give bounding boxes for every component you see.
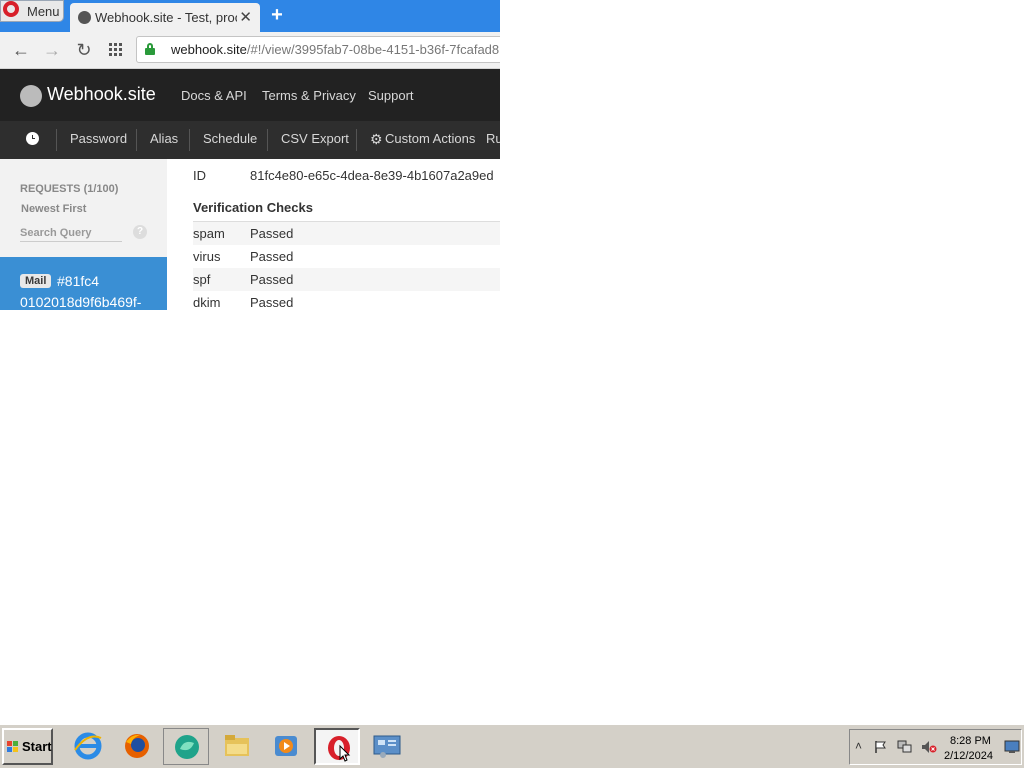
taskbar-explorer-button[interactable]	[214, 728, 260, 765]
divider	[56, 129, 57, 151]
system-tray: ˄ 8:28 PM 2/12/2024	[849, 729, 1022, 765]
table-row: spf Passed	[193, 268, 500, 291]
check-result: Passed	[250, 226, 294, 241]
taskbar-edge-button[interactable]	[163, 728, 209, 765]
new-tab-button[interactable]: +	[268, 4, 286, 26]
taskbar-control-panel-button[interactable]	[364, 728, 410, 765]
action-center-flag-icon[interactable]	[874, 740, 888, 754]
taskbar-firefox-button[interactable]	[114, 728, 160, 765]
address-toolbar: ← → ↻ webhook.site/#!/view/3995fab7-08be…	[0, 32, 500, 69]
clock-date: 2/12/2024	[944, 750, 993, 762]
webhook-favicon-icon	[78, 11, 91, 24]
reload-icon[interactable]: ↻	[74, 40, 94, 60]
alias-button[interactable]: Alias	[150, 131, 178, 146]
gear-icon: ⚙	[370, 131, 383, 147]
opera-logo-icon	[3, 1, 19, 17]
tab-close-icon[interactable]: ✕	[239, 8, 252, 26]
request-id-line1: #81fc4	[57, 273, 100, 289]
check-name: virus	[193, 249, 221, 264]
url-text: webhook.site/#!/view/3995fab7-08be-4151-…	[171, 42, 499, 57]
divider	[356, 129, 357, 151]
schedule-button[interactable]: Schedule	[203, 131, 257, 146]
rules-button[interactable]: Ru	[486, 131, 500, 146]
nav-terms-privacy[interactable]: Terms & Privacy	[262, 88, 356, 103]
requests-sidebar: REQUESTS (1/100) Newest First ? Mail #81…	[0, 159, 167, 310]
start-label: Start	[22, 739, 52, 754]
table-row: dkim Passed	[193, 291, 500, 310]
help-icon[interactable]: ?	[133, 225, 147, 239]
password-button[interactable]: Password	[70, 131, 127, 146]
clock-time: 8:28 PM	[950, 735, 991, 747]
file-explorer-icon	[225, 735, 249, 756]
lock-icon	[145, 43, 155, 55]
table-row: spam Passed	[193, 222, 500, 245]
check-name: spf	[193, 272, 211, 287]
custom-actions-button[interactable]: Custom Actions	[385, 131, 475, 146]
requests-count: REQUESTS (1/100)	[20, 183, 119, 195]
browser-window: Menu Webhook.site - Test, process and tr…	[0, 0, 500, 310]
action-toolbar: Password Alias Schedule CSV Export ⚙ Cus…	[0, 121, 500, 159]
nav-docs-api[interactable]: Docs & API	[181, 88, 247, 103]
webhook-logo-icon[interactable]	[20, 85, 42, 107]
divider	[136, 129, 137, 151]
check-name: spam	[193, 226, 225, 241]
firefox-icon	[125, 734, 149, 758]
address-bar[interactable]: webhook.site/#!/view/3995fab7-08be-4151-…	[136, 36, 500, 63]
check-result: Passed	[250, 295, 294, 310]
check-name: dkim	[193, 295, 221, 310]
volume-muted-icon[interactable]	[921, 740, 937, 754]
url-path: /#!/view/3995fab7-08be-4151-b36f-7fcafad…	[246, 42, 500, 57]
taskbar: Start ˄ 8:28 PM 2/12/2024	[0, 724, 1024, 768]
speed-dial-icon[interactable]	[106, 40, 126, 60]
request-details: ID 81fc4e80-e65c-4dea-8e39-4b1607a2a9ed …	[167, 159, 500, 310]
browser-tab[interactable]: Webhook.site - Test, process and transfo…	[70, 3, 260, 32]
site-header: Webhook.site Docs & API Terms & Privacy …	[0, 69, 500, 121]
control-panel-icon	[373, 735, 401, 758]
forward-icon[interactable]: →	[42, 40, 62, 60]
start-button[interactable]: Start	[2, 728, 53, 765]
table-row: virus Passed	[193, 245, 500, 268]
tab-title: Webhook.site - Test, process and transfo…	[95, 10, 237, 25]
menu-label: Menu	[27, 4, 60, 19]
back-icon[interactable]: ←	[11, 40, 31, 60]
tab-strip: Menu Webhook.site - Test, process and tr…	[0, 0, 500, 32]
internet-explorer-icon	[74, 732, 102, 760]
taskbar-opera-button[interactable]	[314, 728, 360, 765]
opera-icon	[328, 736, 351, 762]
divider	[189, 129, 190, 151]
media-player-icon	[275, 736, 297, 756]
windows-logo-icon	[7, 741, 18, 752]
opera-menu-button[interactable]: Menu	[0, 0, 64, 22]
taskbar-media-player-button[interactable]	[263, 728, 309, 765]
check-result: Passed	[250, 249, 294, 264]
id-value: 81fc4e80-e65c-4dea-8e39-4b1607a2a9ed	[250, 168, 494, 183]
taskbar-ie-button[interactable]	[65, 728, 111, 765]
check-result: Passed	[250, 272, 294, 287]
mail-badge: Mail	[20, 274, 52, 288]
edge-icon	[175, 735, 199, 759]
verification-checks-title: Verification Checks	[193, 200, 313, 215]
clock-icon[interactable]	[26, 132, 39, 145]
csv-export-button[interactable]: CSV Export	[281, 131, 349, 146]
search-field	[20, 223, 122, 242]
id-label: ID	[193, 168, 206, 183]
request-list-item[interactable]: Mail #81fc4 0102018d9f6b469f-	[0, 257, 167, 310]
sort-toggle[interactable]: Newest First	[21, 203, 86, 215]
request-id-line2: 0102018d9f6b469f-	[20, 294, 142, 310]
url-host: webhook.site	[171, 42, 247, 57]
network-icon[interactable]	[897, 740, 913, 754]
divider	[267, 129, 268, 151]
search-input[interactable]	[20, 225, 120, 241]
site-logo-text[interactable]: Webhook.site	[47, 84, 156, 105]
nav-support[interactable]: Support	[368, 88, 414, 103]
show-desktop-icon[interactable]	[1004, 740, 1020, 754]
show-hidden-icons-icon[interactable]: ˄	[855, 739, 862, 753]
